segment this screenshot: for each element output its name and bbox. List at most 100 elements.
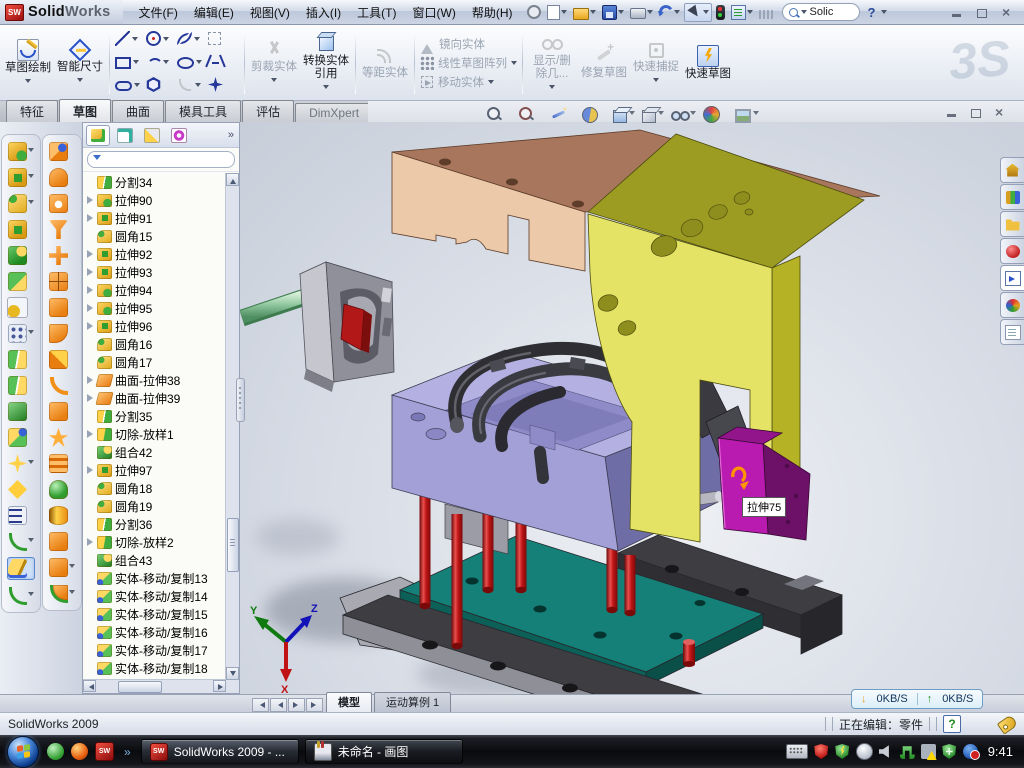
tree-item[interactable]: 拉伸96 — [83, 317, 226, 335]
sketch-tool-button[interactable] — [208, 54, 239, 69]
mold-tool-button[interactable] — [49, 453, 75, 474]
sketch-tool-button[interactable] — [177, 55, 208, 69]
tree-item[interactable]: 实体-移动/复制16 — [83, 623, 226, 641]
search-box[interactable]: Solic — [782, 3, 860, 21]
model-tab[interactable]: 模型 — [326, 692, 372, 712]
dropdown-caret-icon[interactable] — [134, 83, 140, 90]
dropdown-caret-icon[interactable] — [25, 79, 31, 86]
close-button[interactable] — [1001, 7, 1014, 18]
tree-item[interactable]: 拉伸94 — [83, 281, 226, 299]
expand-arrow-icon[interactable] — [86, 375, 94, 385]
view-tool-button[interactable] — [613, 107, 635, 123]
ribbon-big-button[interactable]: 显示/删除几... — [526, 32, 578, 94]
menu-item[interactable]: 插入(I) — [298, 1, 349, 24]
first-tab-button[interactable] — [252, 698, 269, 712]
dropdown-caret-icon[interactable] — [133, 60, 139, 67]
dropdown-caret-icon[interactable] — [163, 60, 169, 67]
quick-tool-button[interactable] — [525, 4, 543, 20]
scroll-left-button[interactable] — [83, 680, 96, 692]
task-pane-tab[interactable] — [1000, 292, 1024, 318]
mold-tool-button[interactable] — [49, 297, 75, 318]
expand-arrow-icon[interactable] — [86, 483, 94, 493]
tree-item[interactable]: 实体-移动/复制14 — [83, 587, 226, 605]
view-tool-button[interactable] — [518, 106, 543, 123]
ribbon-big-button[interactable]: 剪裁实体 — [248, 38, 300, 87]
task-pane-tab[interactable] — [1000, 319, 1024, 345]
mold-tool-button[interactable] — [49, 167, 75, 188]
doc-close-button[interactable] — [994, 107, 1007, 118]
view-tool-button[interactable] — [582, 107, 606, 123]
tree-item[interactable]: 组合42 — [83, 443, 226, 461]
dropdown-caret-icon[interactable] — [747, 10, 753, 17]
dropdown-caret-icon[interactable] — [323, 85, 329, 92]
scrollbar-thumb[interactable] — [118, 681, 162, 693]
expand-arrow-icon[interactable] — [86, 609, 94, 619]
dropdown-caret-icon[interactable] — [28, 538, 34, 545]
mold-tool-button[interactable] — [49, 401, 75, 422]
quick-tool-button[interactable] — [628, 4, 655, 20]
mold-tool-button[interactable] — [49, 323, 75, 344]
ribbon-row-button[interactable]: 线性草图阵列 — [420, 55, 517, 71]
dropdown-caret-icon[interactable] — [132, 37, 138, 44]
quick-tool-button[interactable] — [657, 4, 682, 20]
tree-item[interactable]: 分割36 — [83, 515, 226, 533]
view-tool-button[interactable] — [703, 106, 728, 123]
quick-tool-button[interactable] — [729, 4, 755, 21]
mold-tool-button[interactable] — [49, 557, 75, 578]
tab-feature-manager[interactable] — [86, 125, 110, 146]
tree-vertical-scrollbar[interactable] — [225, 173, 239, 680]
quick-launch-overflow-icon[interactable] — [124, 745, 131, 759]
feature-tool-button[interactable] — [7, 557, 35, 580]
tree-item[interactable]: 曲面-拉伸38 — [83, 371, 226, 389]
mold-tool-button[interactable] — [50, 375, 75, 396]
dropdown-caret-icon[interactable] — [618, 10, 624, 17]
dropdown-caret-icon[interactable] — [28, 148, 34, 155]
menu-item[interactable]: 文件(F) — [131, 1, 186, 24]
dropdown-caret-icon[interactable] — [647, 10, 653, 17]
feature-tool-button[interactable] — [7, 297, 35, 318]
scroll-down-button[interactable] — [226, 667, 239, 680]
tree-item[interactable]: 实体-移动/复制13 — [83, 569, 226, 587]
dropdown-caret-icon[interactable] — [28, 174, 34, 181]
next-tab-button[interactable] — [288, 698, 305, 712]
tree-item[interactable]: 拉伸97 — [83, 461, 226, 479]
dropdown-caret-icon[interactable] — [590, 10, 596, 17]
quick-tip-help-button[interactable]: ? — [943, 715, 961, 733]
task-pane-tab[interactable] — [1000, 184, 1024, 210]
tree-item[interactable]: 拉伸91 — [83, 209, 226, 227]
tag-icon[interactable] — [997, 714, 1018, 734]
dropdown-caret-icon[interactable] — [69, 564, 75, 571]
sketch-tool-button[interactable] — [177, 31, 208, 46]
ribbon-big-button[interactable]: 草图绘制 — [2, 37, 54, 88]
tree-item[interactable]: 圆角15 — [83, 227, 226, 245]
mold-tool-button[interactable] — [49, 531, 75, 552]
quick-launch-icon[interactable] — [71, 743, 88, 760]
menu-item[interactable]: 工具(T) — [349, 1, 404, 24]
dropdown-caret-icon[interactable] — [271, 78, 277, 85]
tray-icon[interactable] — [879, 744, 894, 759]
mold-tool-button[interactable] — [49, 271, 75, 292]
command-tab[interactable]: 模具工具 — [165, 100, 241, 122]
mold-tool-button[interactable] — [49, 141, 75, 162]
tree-item[interactable]: 切除-放样1 — [83, 425, 226, 443]
feature-tool-button[interactable] — [9, 531, 34, 552]
panel-overflow-button[interactable] — [228, 129, 236, 141]
feature-tool-button[interactable] — [8, 323, 34, 344]
expand-arrow-icon[interactable] — [86, 285, 94, 295]
dropdown-caret-icon[interactable] — [28, 592, 34, 599]
dropdown-caret-icon[interactable] — [196, 60, 202, 67]
feature-tool-button[interactable] — [8, 167, 34, 188]
tree-item[interactable]: 圆角19 — [83, 497, 226, 515]
mold-tool-button[interactable] — [49, 245, 75, 266]
dropdown-caret-icon[interactable] — [488, 80, 494, 87]
ribbon-big-button[interactable]: 快速草图 — [682, 43, 734, 83]
search-input-value[interactable]: Solic — [810, 6, 834, 18]
dropdown-caret-icon[interactable] — [549, 85, 555, 92]
graphics-viewport[interactable]: Y Z X — [240, 122, 1024, 694]
view-tool-button[interactable] — [735, 107, 759, 123]
expand-arrow-icon[interactable] — [86, 627, 94, 637]
feature-tool-button[interactable] — [8, 271, 34, 292]
expand-arrow-icon[interactable] — [86, 411, 94, 421]
expand-arrow-icon[interactable] — [86, 447, 94, 457]
help-icon[interactable]: ? — [868, 5, 876, 20]
